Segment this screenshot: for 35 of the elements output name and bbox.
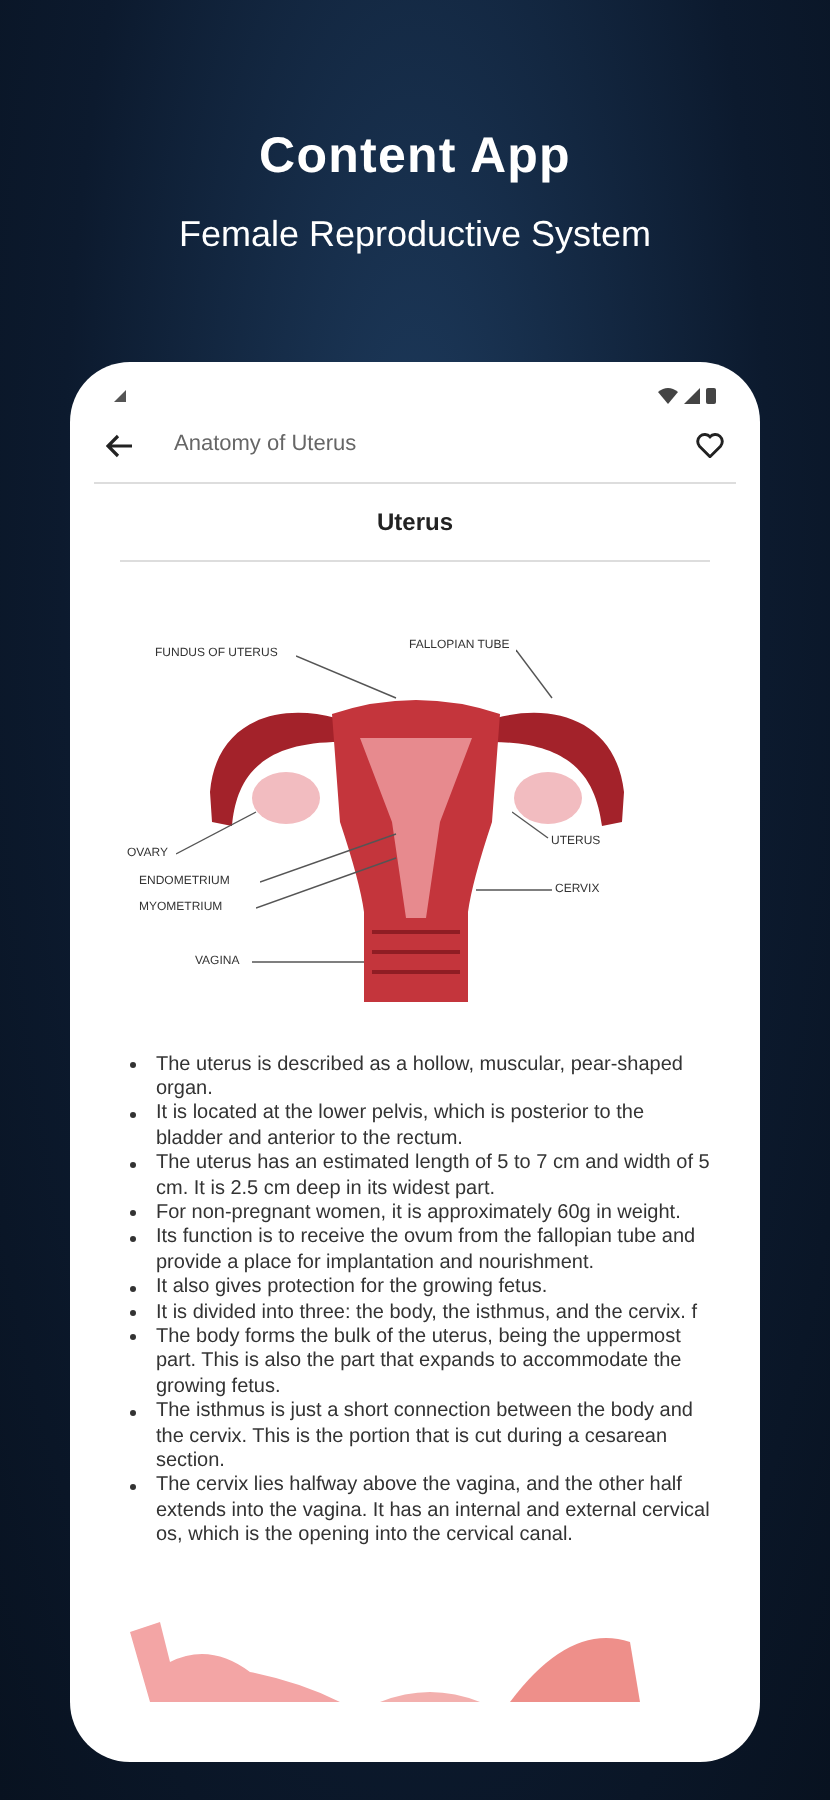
leader-line xyxy=(511,809,549,839)
screen-title: Anatomy of Uterus xyxy=(174,430,359,461)
section-title: Uterus xyxy=(374,505,455,539)
fact-text: For non-pregnant women, it is approximately 60g in weight. xyxy=(156,1201,681,1227)
bullet-icon xyxy=(130,1285,136,1292)
signal-icon xyxy=(684,387,700,403)
bullet-icon xyxy=(130,1111,136,1118)
leader-line xyxy=(475,887,553,891)
leader-line xyxy=(251,959,365,963)
signal-icon xyxy=(114,389,126,401)
fact-text: The uterus is described as a hollow, muscular, pear-shaped organ. xyxy=(156,1053,685,1103)
heart-icon[interactable] xyxy=(696,432,724,458)
fact-text: The uterus has an estimated length of 5 to 7 cm and width of 5 cm. It is 2.5 cm deep in its widest part. xyxy=(156,1152,712,1202)
bullet-icon xyxy=(130,1310,136,1317)
fact-text: The body forms the bulk of the uterus, being the uppermost part. This is also the part that expands to accommodate the growing fetus. xyxy=(156,1325,684,1401)
bullet-icon xyxy=(130,1483,136,1490)
leader-line xyxy=(515,647,553,699)
bullet-icon xyxy=(130,1235,136,1242)
fact-text: It also gives protection for the growing fetus. xyxy=(156,1276,548,1302)
fact-text: The cervix lies halfway above the vagina, and the other half extends into the vagina. It has an internal and external cervical os, which is the opening into the cervical canal. xyxy=(156,1474,712,1550)
battery-icon xyxy=(706,386,716,404)
bullet-icon xyxy=(130,1210,136,1217)
fact-text: It is divided into three: the body, the isthmus, and the cervix. f xyxy=(156,1301,698,1326)
fact-text: It is located at the lower pelvis, which is posterior to the bladder and anterior to the rectum. xyxy=(156,1102,647,1153)
bullet-icon xyxy=(130,1161,136,1168)
leader-line xyxy=(295,653,397,699)
bullet-icon xyxy=(130,1062,136,1068)
wifi-icon xyxy=(658,387,678,403)
back-arrow-icon[interactable] xyxy=(106,433,134,457)
fact-text: The isthmus is just a short connection between the body and the cervix. This is the portion that is cut during a cesarean section. xyxy=(156,1400,695,1475)
app-title: Content App xyxy=(259,126,571,188)
bullet-icon xyxy=(130,1409,136,1416)
fact-text: Its function is to receive the ovum from the fallopian tube and provide a place for implantation and nourishment. xyxy=(156,1226,698,1277)
app-subtitle: Female Reproductive System xyxy=(178,211,652,258)
bullet-icon xyxy=(130,1334,136,1341)
